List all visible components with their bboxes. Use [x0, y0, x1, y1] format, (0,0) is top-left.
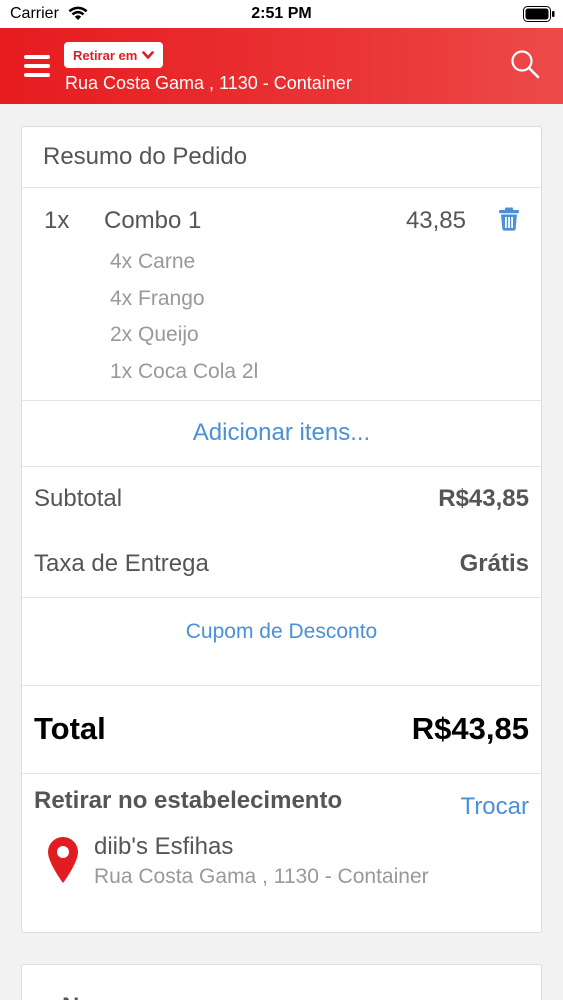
- next-section-title: N: [62, 993, 79, 1000]
- location-pin-icon: [48, 837, 78, 883]
- order-summary-card: Resumo do Pedido 1x Combo 1 43,85 4x Car…: [21, 126, 542, 933]
- battery-icon: [523, 6, 555, 22]
- subtotal-label: Subtotal: [34, 485, 123, 512]
- divider: [22, 685, 541, 686]
- chevron-down-icon: [142, 50, 155, 59]
- divider: [22, 466, 541, 467]
- add-items-link[interactable]: Adicionar itens...: [22, 419, 541, 447]
- sub-item: 4x Frango: [110, 287, 205, 310]
- pickup-mode-dropdown[interactable]: Retirar em: [64, 42, 164, 68]
- total-value: R$43,85: [411, 711, 529, 746]
- pickup-mode-label: Retirar em: [73, 47, 138, 63]
- divider: [22, 773, 541, 774]
- divider: [22, 187, 541, 188]
- header-address: Rua Costa Gama , 1130 - Container: [65, 73, 352, 93]
- search-icon[interactable]: [509, 48, 541, 80]
- trash-icon[interactable]: [498, 207, 520, 231]
- divider: [22, 400, 541, 401]
- store-name: diib's Esfihas: [94, 833, 234, 860]
- status-bar: Carrier 2:51 PM: [0, 0, 563, 28]
- discount-coupon-button[interactable]: Cupom de Desconto: [22, 620, 541, 644]
- total-label: Total: [34, 711, 106, 746]
- sub-item: 1x Coca Cola 2l: [110, 360, 259, 383]
- summary-title: Resumo do Pedido: [43, 143, 248, 170]
- delivery-fee-value: Grátis: [459, 550, 529, 577]
- clock-time: 2:51 PM: [251, 5, 312, 22]
- subtotal-value: R$43,85: [438, 485, 529, 512]
- sub-item: 2x Queijo: [110, 323, 199, 346]
- app-header: Retirar em Rua Costa Gama , 1130 - Conta…: [0, 28, 563, 104]
- sub-item: 4x Carne: [110, 250, 196, 273]
- store-address: Rua Costa Gama , 1130 - Container: [94, 865, 429, 888]
- divider: [22, 597, 541, 598]
- next-section-card: N: [21, 964, 542, 1000]
- item-name: Combo 1: [104, 207, 202, 234]
- change-store-link[interactable]: Trocar: [461, 793, 529, 821]
- pickup-section-title: Retirar no estabelecimento: [34, 787, 343, 814]
- delivery-fee-label: Taxa de Entrega: [34, 550, 209, 577]
- item-quantity: 1x: [44, 207, 70, 234]
- item-price: 43,85: [405, 207, 466, 234]
- menu-icon[interactable]: [24, 55, 50, 77]
